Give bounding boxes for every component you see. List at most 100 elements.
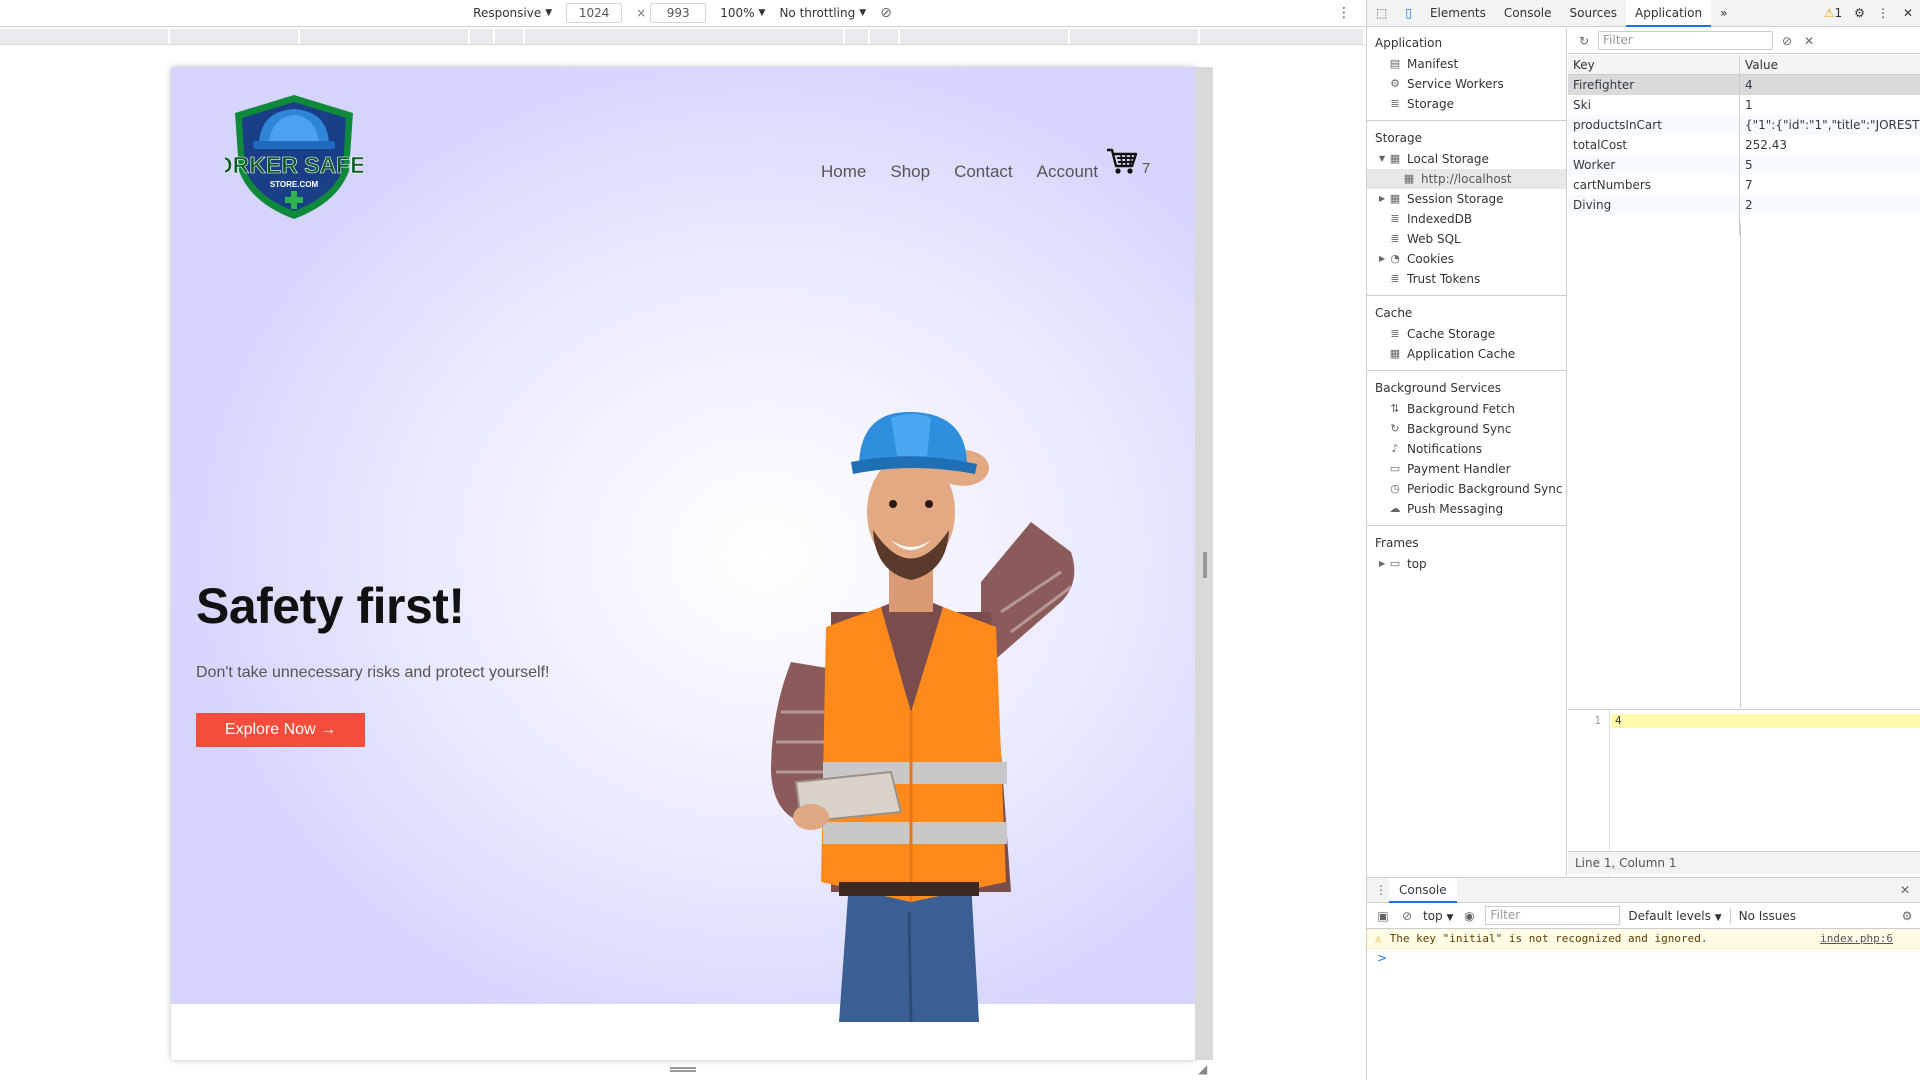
media-segment[interactable] xyxy=(0,29,170,44)
console-filter-input[interactable]: Filter xyxy=(1485,906,1621,925)
log-levels-dropdown[interactable]: Default levels ▼ xyxy=(1628,909,1721,923)
sidebar-item-frame-top[interactable]: ▶ ▭ top xyxy=(1367,554,1566,574)
sidebar-item-notifications[interactable]: ♪ Notifications xyxy=(1367,439,1566,459)
nav-account[interactable]: Account xyxy=(1037,162,1098,182)
divider xyxy=(1367,295,1566,296)
clear-all-icon[interactable]: ⊘ xyxy=(1779,34,1795,48)
sidebar-item-service-workers[interactable]: ⚙ Service Workers xyxy=(1367,74,1566,94)
table-row[interactable]: Ski 1 xyxy=(1568,95,1920,115)
tab-sources[interactable]: Sources xyxy=(1561,0,1626,27)
sidebar-item-push-messaging[interactable]: ☁ Push Messaging xyxy=(1367,499,1566,519)
sidebar-item-indexeddb[interactable]: ≣ IndexedDB xyxy=(1367,209,1566,229)
sidebar-item-application-cache[interactable]: ▦ Application Cache xyxy=(1367,344,1566,364)
issues-button[interactable]: No Issues xyxy=(1729,908,1796,923)
sidebar-item-label: Cookies xyxy=(1407,252,1454,266)
throttling-dropdown[interactable]: No throttling ▼ xyxy=(779,6,866,20)
nav-contact[interactable]: Contact xyxy=(954,162,1013,182)
sidebar-item-session-storage[interactable]: ▶ ▦ Session Storage xyxy=(1367,189,1566,209)
warning-count: 1 xyxy=(1834,5,1843,20)
rotate-icon[interactable]: ⊘ xyxy=(880,5,892,21)
sidebar-item-label: Local Storage xyxy=(1407,152,1489,166)
clear-console-icon[interactable]: ⊘ xyxy=(1399,909,1415,923)
sidebar-toggle-icon[interactable]: ▣ xyxy=(1375,909,1391,923)
prompt-chevron-icon: > xyxy=(1377,951,1388,965)
drawer-menu-icon[interactable]: ⋮ xyxy=(1373,883,1389,897)
storage-table: Key Value Firefighter 4 Ski 1 productsInCa… xyxy=(1568,55,1920,708)
console-prompt[interactable]: > xyxy=(1367,949,1920,967)
table-row[interactable]: totalCost 252.43 xyxy=(1568,135,1920,155)
value-preview-content[interactable]: 4 xyxy=(1611,714,1920,728)
media-segment[interactable] xyxy=(495,29,525,44)
resize-corner-icon[interactable]: ◢ xyxy=(1198,1062,1207,1076)
cookie-icon: ◔ xyxy=(1390,252,1400,265)
warning-source-link[interactable]: index.php:6 xyxy=(1820,932,1893,945)
media-segment[interactable] xyxy=(845,29,870,44)
media-segment[interactable] xyxy=(1200,29,1365,44)
nav-home[interactable]: Home xyxy=(821,162,866,182)
inspect-element-icon[interactable]: ⬚ xyxy=(1367,0,1396,27)
column-divider xyxy=(1740,223,1741,708)
media-query-bar[interactable] xyxy=(0,29,1365,45)
cart-link[interactable]: 7 xyxy=(1106,147,1150,177)
storage-filter-input[interactable]: Filter xyxy=(1598,31,1773,50)
sidebar-item-background-fetch[interactable]: ⇅ Background Fetch xyxy=(1367,399,1566,419)
context-dropdown[interactable]: top ▼ xyxy=(1423,909,1453,923)
row-key: Firefighter xyxy=(1568,75,1740,95)
sidebar-item-trust-tokens[interactable]: ≣ Trust Tokens xyxy=(1367,269,1566,289)
media-segment[interactable] xyxy=(525,29,845,44)
devtools-menu-icon[interactable]: ⋮ xyxy=(1871,0,1895,27)
delete-selected-icon[interactable]: ✕ xyxy=(1801,34,1817,48)
row-value: {"1":{"id":"1","title":"JORESTE... xyxy=(1745,118,1920,132)
more-tabs-icon[interactable]: » xyxy=(1711,0,1736,27)
sidebar-item-payment-handler[interactable]: ▭ Payment Handler xyxy=(1367,459,1566,479)
column-header-value[interactable]: Value xyxy=(1740,55,1920,74)
resize-handle-vertical[interactable] xyxy=(670,1067,696,1072)
drawer-tab-console[interactable]: Console xyxy=(1389,877,1457,903)
viewport-height-input[interactable]: 993 xyxy=(650,3,707,23)
column-header-key[interactable]: Key xyxy=(1568,55,1740,74)
site-logo[interactable]: WORKER SAFETY STORE.COM xyxy=(225,91,363,223)
media-segment[interactable] xyxy=(300,29,470,44)
viewport-width-input[interactable]: 1024 xyxy=(566,3,623,23)
sidebar-item-manifest[interactable]: ▤ Manifest xyxy=(1367,54,1566,74)
eye-icon[interactable]: ◉ xyxy=(1461,909,1477,923)
close-icon[interactable]: ✕ xyxy=(1895,0,1920,27)
table-row[interactable]: Firefighter 4 xyxy=(1568,75,1920,95)
table-row[interactable]: cartNumbers 7 xyxy=(1568,175,1920,195)
media-segment[interactable] xyxy=(1070,29,1200,44)
settings-icon[interactable]: ⚙ xyxy=(1848,0,1871,27)
device-mode-dropdown[interactable]: Responsive ▼ xyxy=(473,6,552,20)
close-drawer-icon[interactable]: ✕ xyxy=(1897,883,1913,897)
media-segment[interactable] xyxy=(170,29,300,44)
sidebar-item-web-sql[interactable]: ≣ Web SQL xyxy=(1367,229,1566,249)
media-segment[interactable] xyxy=(900,29,1070,44)
tab-console[interactable]: Console xyxy=(1495,0,1561,27)
more-options-icon[interactable]: ⋮ xyxy=(1337,5,1351,21)
resize-handle-horizontal[interactable] xyxy=(1203,552,1207,578)
tab-application[interactable]: Application xyxy=(1626,0,1712,27)
sidebar-item-cookies[interactable]: ▶ ◔ Cookies xyxy=(1367,249,1566,269)
table-row[interactable]: Diving 2 xyxy=(1568,195,1920,215)
nav-shop[interactable]: Shop xyxy=(890,162,930,182)
explore-now-button[interactable]: Explore Now → xyxy=(196,713,365,747)
chevron-down-icon: ▼ xyxy=(1446,912,1454,923)
sidebar-item-background-sync[interactable]: ↻ Background Sync xyxy=(1367,419,1566,439)
device-toggle-icon[interactable]: ▯ xyxy=(1396,0,1421,27)
warnings-badge[interactable]: ⚠1 xyxy=(1818,0,1848,27)
sidebar-item-localhost[interactable]: ▦ http://localhost xyxy=(1367,169,1566,189)
sidebar-item-local-storage[interactable]: ▼ ▦ Local Storage xyxy=(1367,149,1566,169)
sidebar-item-periodic-background-sync[interactable]: ◷ Periodic Background Sync xyxy=(1367,479,1566,499)
sidebar-item-label: Notifications xyxy=(1407,442,1483,456)
console-settings-icon[interactable]: ⚙ xyxy=(1899,909,1915,923)
zoom-dropdown[interactable]: 100% ▼ xyxy=(720,6,765,20)
table-row[interactable]: Worker 5 xyxy=(1568,155,1920,175)
sidebar-header-background-services: Background Services xyxy=(1375,381,1502,395)
sidebar-item-cache-storage[interactable]: ≣ Cache Storage xyxy=(1367,324,1566,344)
tab-elements[interactable]: Elements xyxy=(1421,0,1495,27)
sync-icon: ↻ xyxy=(1390,422,1400,435)
media-segment[interactable] xyxy=(470,29,495,44)
sidebar-item-storage[interactable]: ≣ Storage xyxy=(1367,94,1566,114)
table-row[interactable]: productsInCart {"1":{"id":"1","title":"JO… xyxy=(1568,115,1920,135)
refresh-icon[interactable]: ↻ xyxy=(1576,34,1592,48)
media-segment[interactable] xyxy=(870,29,900,44)
